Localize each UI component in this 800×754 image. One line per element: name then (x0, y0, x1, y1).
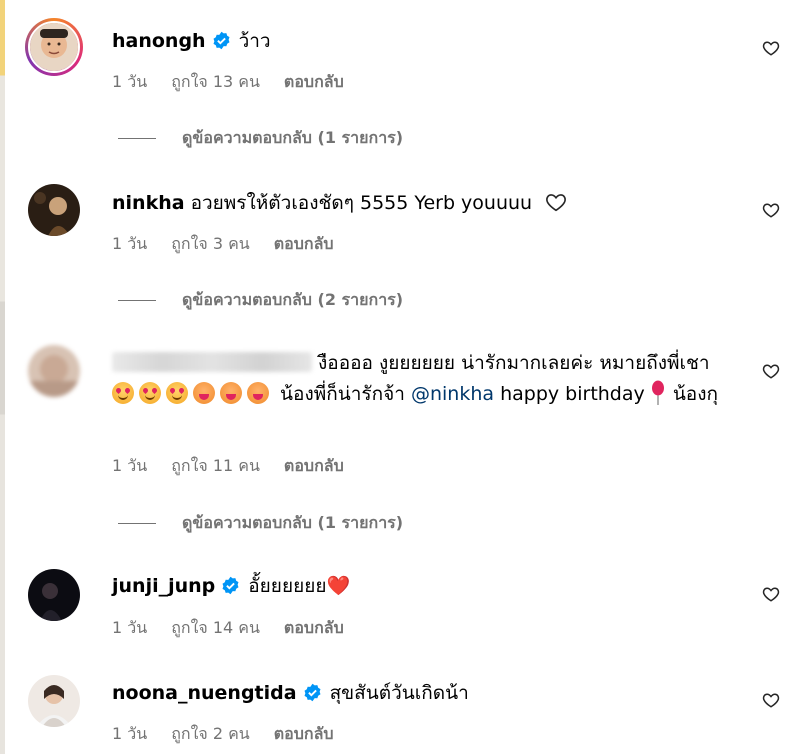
replies-divider (118, 523, 156, 524)
username-redacted (112, 352, 312, 372)
verified-badge-icon (213, 31, 230, 50)
mention-link[interactable]: @ninkha (411, 383, 494, 405)
heart-eyes-emoji (112, 382, 134, 404)
username[interactable]: noona_nuengtida (112, 682, 297, 704)
heart-eyes-emoji (166, 382, 188, 404)
comment-text: ว้าว (238, 30, 271, 52)
comment-text-part4: น้องกุ (672, 383, 718, 405)
reply-button[interactable]: ตอบกลับ (274, 234, 334, 253)
comment-text: สุขสันต์วันเกิดน้า (329, 682, 469, 704)
username[interactable]: hanongh (112, 30, 206, 52)
view-replies-button[interactable]: ดูข้อความตอบกลับ (2 รายการ) (118, 288, 403, 313)
comment-time: 1 วัน (112, 618, 148, 637)
comment-meta: 1 วัน ถูกใจ 13 คน ตอบกลับ (112, 70, 368, 95)
comment-time: 1 วัน (112, 724, 148, 743)
avatar[interactable] (28, 569, 80, 621)
reply-button[interactable]: ตอบกลับ (284, 72, 344, 91)
comment-meta: 1 วัน ถูกใจ 14 คน ตอบกลับ (112, 616, 368, 641)
comment-meta: 1 วัน ถูกใจ 2 คน ตอบกลับ (112, 722, 358, 747)
comment-text-part3: happy birthday (500, 383, 645, 405)
reply-button[interactable]: ตอบกลับ (274, 724, 334, 743)
avatar[interactable] (28, 184, 80, 236)
heart-outline-icon (546, 194, 567, 212)
left-edge-strip (0, 0, 5, 754)
reply-button[interactable]: ตอบกลับ (284, 618, 344, 637)
verified-badge-icon (304, 683, 321, 702)
heart-outline-icon[interactable] (762, 362, 780, 380)
comment-text-part1: งืออออ งูยยยยยย น่ารักมากเลยค่ะ หมายถึงพ… (318, 352, 710, 374)
heart-outline-icon[interactable] (762, 39, 780, 57)
like-count[interactable]: ถูกใจ 13 คน (171, 72, 260, 91)
comment-text: อวยพรให้ตัวเองชัดๆ 5555 Yerb youuuu (190, 192, 533, 214)
replies-divider (118, 138, 156, 139)
view-replies-button[interactable]: ดูข้อความตอบกลับ (1 รายการ) (118, 511, 403, 536)
comment-text: อั้ยยยยยย❤️ (248, 575, 351, 597)
view-replies-label: ดูข้อความตอบกลับ (1 รายการ) (182, 513, 404, 532)
tongue-emoji (193, 382, 215, 404)
avatar[interactable] (25, 18, 83, 76)
heart-outline-icon[interactable] (762, 585, 780, 603)
heart-outline-icon[interactable] (762, 201, 780, 219)
comment-meta: 1 วัน ถูกใจ 3 คน ตอบกลับ (112, 232, 358, 257)
avatar[interactable] (28, 675, 80, 727)
tongue-emoji (220, 382, 242, 404)
username[interactable]: junji_junp (112, 575, 215, 597)
heart-outline-icon[interactable] (762, 691, 780, 709)
balloon-emoji (651, 380, 664, 405)
avatar[interactable] (28, 345, 80, 397)
view-replies-label: ดูข้อความตอบกลับ (1 รายการ) (182, 128, 404, 147)
replies-divider (118, 300, 156, 301)
view-replies-button[interactable]: ดูข้อความตอบกลับ (1 รายการ) (118, 126, 403, 151)
comment-meta: 1 วัน ถูกใจ 11 คน ตอบกลับ (112, 454, 368, 479)
heart-eyes-emoji (139, 382, 161, 404)
like-count[interactable]: ถูกใจ 11 คน (171, 456, 260, 475)
comment-time: 1 วัน (112, 456, 148, 475)
like-count[interactable]: ถูกใจ 2 คน (171, 724, 250, 743)
username[interactable]: ninkha (112, 192, 185, 214)
like-count[interactable]: ถูกใจ 3 คน (171, 234, 250, 253)
verified-badge-icon (222, 576, 239, 595)
view-replies-label: ดูข้อความตอบกลับ (2 รายการ) (182, 290, 404, 309)
like-count[interactable]: ถูกใจ 14 คน (171, 618, 260, 637)
comment-text-part2: น้องพี่ก็น่ารักจ้า (280, 383, 405, 405)
tongue-emoji (247, 382, 269, 404)
comment-time: 1 วัน (112, 234, 148, 253)
reply-button[interactable]: ตอบกลับ (284, 456, 344, 475)
comment-time: 1 วัน (112, 72, 148, 91)
